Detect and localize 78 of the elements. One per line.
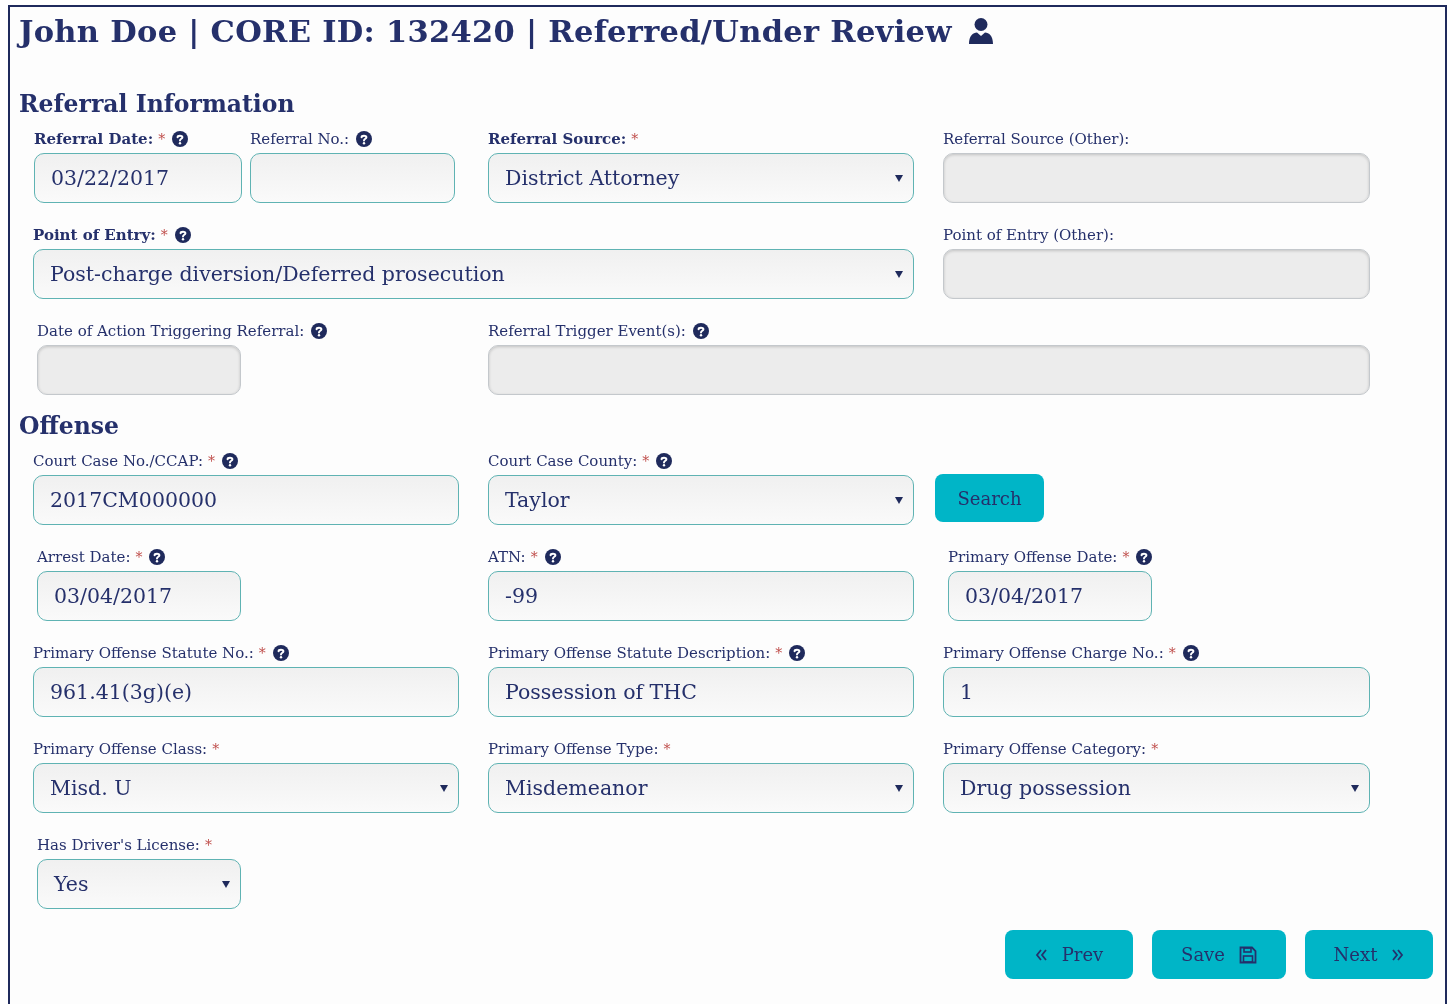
required-mark: * bbox=[158, 130, 166, 149]
help-icon[interactable] bbox=[222, 453, 238, 469]
help-icon[interactable] bbox=[656, 453, 673, 469]
required-mark: * bbox=[208, 452, 215, 471]
field-label: Primary Offense Statute No.: bbox=[33, 643, 254, 663]
field-label: Point of Entry (Other): bbox=[943, 225, 1114, 245]
save-button[interactable]: Save bbox=[1152, 930, 1286, 979]
caret-icon bbox=[222, 880, 230, 888]
required-mark: * bbox=[160, 226, 168, 245]
field-label: Referral Date: bbox=[34, 129, 154, 149]
required-mark: * bbox=[530, 548, 538, 567]
field-label: ATN: bbox=[488, 547, 526, 567]
field-label: Primary Offense Charge No.: bbox=[943, 643, 1164, 663]
field-label: Court Case County: bbox=[488, 451, 638, 471]
required-mark: * bbox=[204, 836, 212, 855]
caret-icon bbox=[895, 496, 903, 504]
required-mark: * bbox=[135, 548, 143, 567]
select-field[interactable]: Misdemeanor bbox=[488, 763, 914, 813]
section-heading: Offense bbox=[19, 413, 120, 439]
input-field[interactable]: Possession of THC bbox=[488, 667, 914, 717]
user-icon bbox=[967, 17, 994, 45]
field-label: Date of Action Triggering Referral: bbox=[37, 321, 305, 341]
select-field[interactable]: Misd. U bbox=[33, 763, 459, 813]
required-mark: * bbox=[258, 644, 266, 663]
field-label: Primary Offense Class: bbox=[33, 739, 208, 759]
select-field[interactable]: Yes bbox=[37, 859, 241, 909]
select-field[interactable]: District Attorney bbox=[488, 153, 914, 203]
field-label: Has Driver's License: bbox=[37, 835, 200, 855]
help-icon[interactable] bbox=[149, 549, 166, 565]
caret-icon bbox=[1351, 784, 1359, 792]
select-field[interactable]: Drug possession bbox=[943, 763, 1370, 813]
field-label: Point of Entry: bbox=[33, 225, 156, 245]
caret-icon bbox=[440, 784, 448, 792]
required-mark: * bbox=[631, 130, 639, 149]
field-label: Primary Offense Type: bbox=[488, 739, 659, 759]
field-label: Referral Source (Other): bbox=[943, 129, 1130, 149]
search-button[interactable]: Search bbox=[935, 474, 1044, 522]
required-mark: * bbox=[1122, 548, 1130, 567]
next-button[interactable]: Next bbox=[1305, 930, 1433, 979]
help-icon[interactable] bbox=[172, 131, 189, 147]
prev-button[interactable]: Prev bbox=[1005, 930, 1133, 979]
required-mark: * bbox=[1151, 740, 1159, 759]
required-mark: * bbox=[642, 452, 650, 471]
double-chevron-right-icon bbox=[1391, 948, 1405, 961]
field-label: Court Case No./CCAP: bbox=[33, 451, 203, 471]
help-icon[interactable] bbox=[544, 549, 561, 565]
caret-icon bbox=[895, 174, 903, 182]
help-icon[interactable] bbox=[1136, 549, 1153, 565]
required-mark: * bbox=[1168, 644, 1176, 663]
input-field[interactable]: 961.41(3g)(e) bbox=[33, 667, 459, 717]
input-field[interactable]: 03/22/2017 bbox=[34, 153, 242, 203]
field-label: Referral Trigger Event(s): bbox=[488, 321, 686, 341]
field-label: Arrest Date: bbox=[37, 547, 131, 567]
input-field[interactable]: 2017CM000000 bbox=[33, 475, 459, 525]
help-icon[interactable] bbox=[356, 131, 373, 147]
field-label: Referral Source: bbox=[488, 129, 627, 149]
input-field[interactable]: 1 bbox=[943, 667, 1370, 717]
input-field[interactable] bbox=[250, 153, 455, 203]
input-field[interactable]: -99 bbox=[488, 571, 914, 621]
select-field[interactable]: Post-charge diversion/Deferred prosecution bbox=[33, 249, 914, 299]
field-label: Referral No.: bbox=[250, 129, 350, 149]
input-field[interactable]: 03/04/2017 bbox=[948, 571, 1152, 621]
field-label: Primary Offense Date: bbox=[948, 547, 1118, 567]
help-icon[interactable] bbox=[789, 645, 806, 661]
required-mark: * bbox=[663, 740, 671, 759]
required-mark: * bbox=[775, 644, 783, 663]
double-chevron-left-icon bbox=[1034, 948, 1048, 961]
help-icon[interactable] bbox=[1182, 645, 1199, 661]
section-heading: Referral Information bbox=[19, 91, 296, 117]
select-field[interactable]: Taylor bbox=[488, 475, 914, 525]
help-icon[interactable] bbox=[272, 645, 289, 661]
required-mark: * bbox=[212, 740, 220, 759]
caret-icon bbox=[895, 784, 903, 792]
caret-icon bbox=[895, 270, 903, 278]
field-label: Primary Offense Category: bbox=[943, 739, 1147, 759]
help-icon[interactable] bbox=[174, 227, 191, 243]
input-field[interactable]: 03/04/2017 bbox=[37, 571, 241, 621]
field-label: Primary Offense Statute Description: bbox=[488, 643, 771, 663]
